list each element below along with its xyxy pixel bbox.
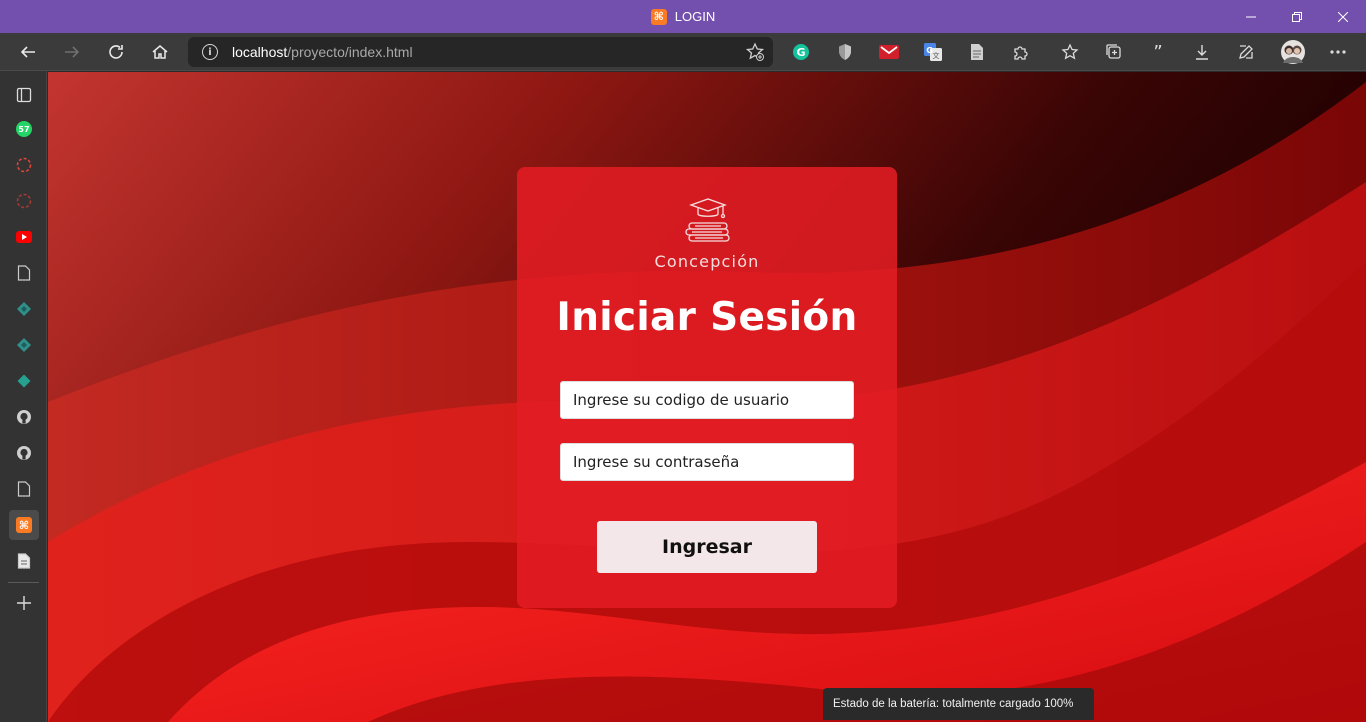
github-tab-2[interactable] [9,438,39,468]
back-arrow-icon [20,46,35,58]
window-title-area: ⌘ LOGIN [0,0,1366,33]
restore-button[interactable] [1274,0,1320,33]
login-submit-button[interactable]: Ingresar [597,521,817,573]
new-tab-button[interactable] [9,588,39,618]
diamond-tab[interactable] [9,366,39,396]
page-icon [17,553,31,569]
minimize-icon [1246,16,1256,17]
password-input[interactable] [560,443,854,481]
home-button[interactable] [145,37,175,67]
window-titlebar: ⌘ LOGIN [0,0,1366,33]
loading-tab-2[interactable] [9,186,39,216]
close-window-button[interactable] [1320,0,1366,33]
page-content: Concepción Iniciar Sesión Ingresar [48,72,1366,722]
home-icon [152,45,168,59]
loading-tab-1[interactable] [9,150,39,180]
downloads-icon[interactable] [1191,41,1213,63]
loading-spinner-icon [16,193,32,209]
refresh-button[interactable] [101,37,131,67]
loading-spinner-icon [16,157,32,173]
refresh-icon [109,45,123,59]
user-code-input[interactable] [560,381,854,419]
back-button[interactable] [13,37,43,67]
site-info-icon[interactable]: i [202,44,218,60]
page-tab-3[interactable] [9,546,39,576]
page-tab-1[interactable] [9,258,39,288]
login-heading: Iniciar Sesión [556,295,858,340]
svg-text:G: G [796,46,805,59]
shield-icon[interactable] [834,41,856,63]
quote-icon[interactable]: ” [1147,41,1169,63]
tab-actions-icon[interactable] [9,80,39,110]
url-path: /proyecto/index.html [287,44,413,60]
brand-name: Concepción [654,252,760,271]
url-text[interactable]: localhost/proyecto/index.html [232,44,413,60]
add-favorite-icon[interactable] [745,42,765,62]
youtube-tab[interactable] [9,222,39,252]
profile-avatar[interactable] [1280,39,1306,65]
xampp-tab-active[interactable]: ⌘ [9,510,39,540]
forward-arrow-icon [65,46,80,58]
close-icon [1338,11,1348,22]
graduation-books-logo-icon [685,198,730,242]
xampp-logo-icon: ⌘ [650,8,667,25]
github-icon [17,446,31,460]
address-bar[interactable]: i localhost/proyecto/index.html [188,37,773,67]
grammarly-icon[interactable]: G [790,41,812,63]
whatsapp-count: 57 [18,125,29,134]
battery-status-tooltip: Estado de la batería: totalmente cargado… [823,688,1094,720]
url-host: localhost [232,44,288,60]
restore-icon [1292,11,1302,22]
diamond-app-icon [17,302,31,316]
sidebar-divider [8,582,39,583]
youtube-icon [16,231,32,243]
login-card: Concepción Iniciar Sesión Ingresar [517,167,897,608]
whatsapp-tab[interactable]: 57 [9,114,39,144]
window-controls [1228,0,1366,33]
jira-tab-1[interactable] [9,294,39,324]
diamond-app-icon [17,374,31,388]
performance-icon[interactable] [1235,41,1257,63]
mail-checker-icon[interactable] [878,41,900,63]
github-tab-1[interactable] [9,402,39,432]
collections-icon[interactable] [1103,41,1125,63]
xampp-logo-icon: ⌘ [16,517,32,533]
diamond-app-icon [17,338,31,352]
plus-icon [17,596,31,610]
svg-text:”: ” [1153,43,1162,61]
jira-tab-2[interactable] [9,330,39,360]
svg-text:文: 文 [933,51,940,60]
whatsapp-icon: 57 [16,121,32,137]
page-icon [17,481,31,497]
browser-toolbar: i localhost/proyecto/index.html G 23488 … [0,33,1366,98]
forward-button[interactable] [57,37,87,67]
window-title: LOGIN [674,9,716,24]
page-icon [17,265,31,281]
document-icon[interactable] [966,41,988,63]
page-tab-2[interactable] [9,474,39,504]
minimize-button[interactable] [1228,0,1274,33]
google-translate-icon[interactable]: G文 [922,41,944,63]
favorites-icon[interactable] [1059,41,1081,63]
github-icon [17,410,31,424]
settings-menu-icon[interactable] [1327,41,1349,63]
extensions-puzzle-icon[interactable] [1010,41,1032,63]
vertical-tabs-sidebar: 57 ⌘ [0,71,47,722]
